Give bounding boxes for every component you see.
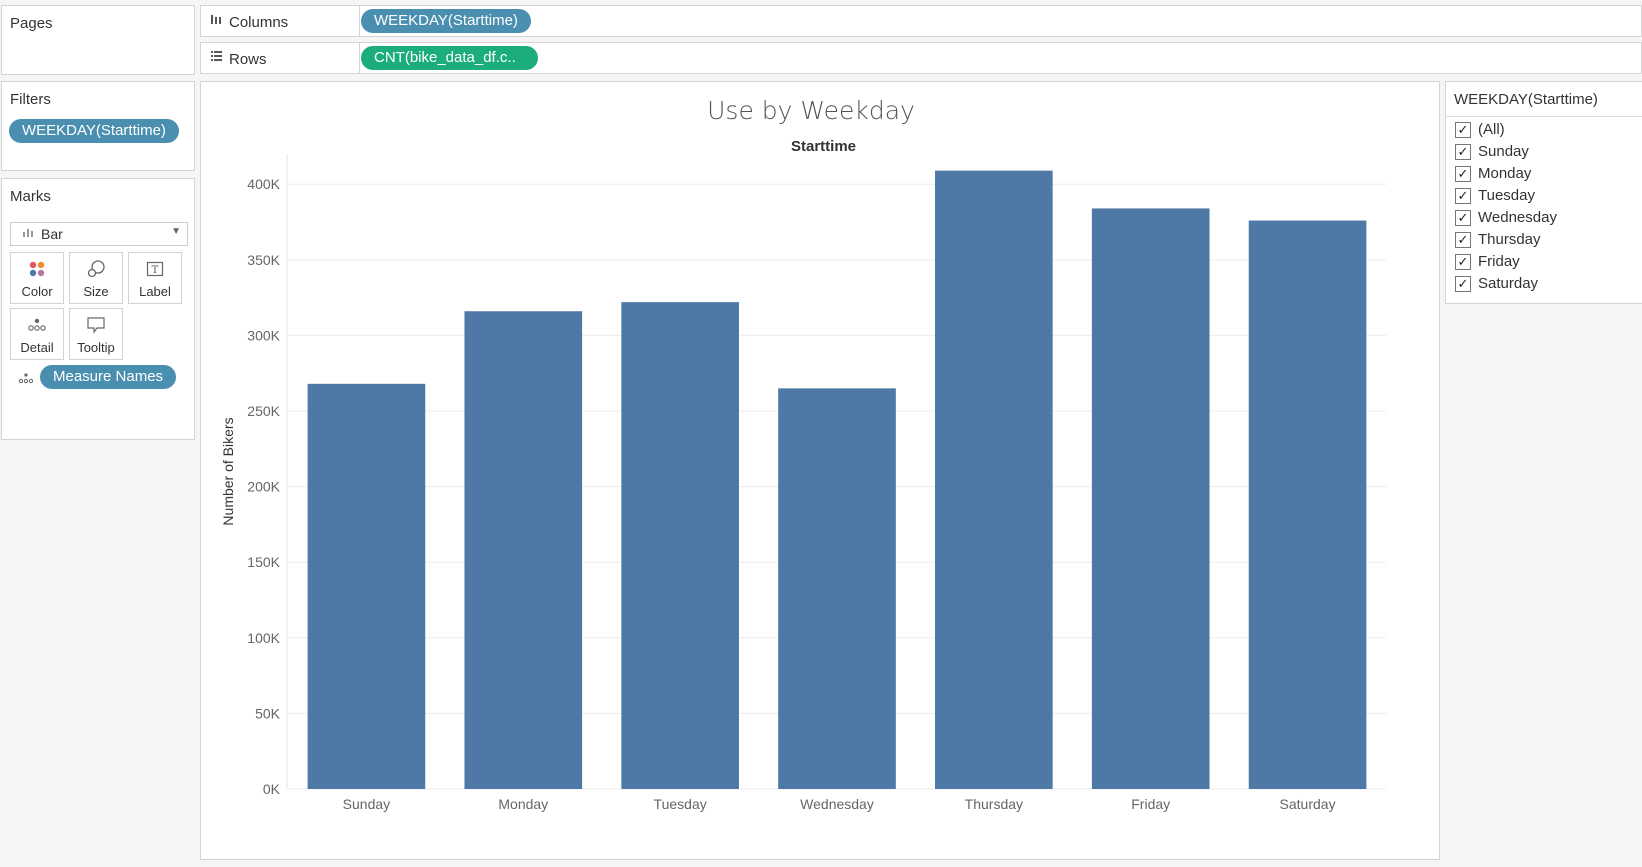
checkbox-icon[interactable]: ✓	[1455, 254, 1471, 270]
filter-pill-weekday[interactable]: WEEKDAY(Starttime)	[9, 119, 179, 143]
filter-option-label: Friday	[1478, 253, 1520, 270]
svg-text:T: T	[152, 265, 159, 276]
pages-title: Pages	[10, 15, 53, 32]
y-tick-label: 250K	[247, 403, 280, 419]
filter-option-label: Sunday	[1478, 143, 1529, 160]
detail-small-icon	[18, 371, 34, 389]
size-label: Size	[83, 284, 109, 299]
filter-option-label: Tuesday	[1478, 187, 1535, 204]
rows-label: Rows	[229, 51, 267, 68]
marks-card: Marks Bar ▼ Color Size T Label Detail To…	[1, 178, 195, 440]
filter-option-label: Thursday	[1478, 231, 1541, 248]
tooltip-button[interactable]: Tooltip	[69, 308, 123, 360]
columns-icon	[210, 12, 222, 28]
checkbox-icon[interactable]: ✓	[1455, 232, 1471, 248]
bar	[464, 311, 583, 789]
mark-type-dropdown[interactable]: Bar ▼	[10, 222, 188, 246]
pages-shelf[interactable]: Pages	[1, 5, 195, 75]
checkbox-icon[interactable]: ✓	[1455, 144, 1471, 160]
filters-title: Filters	[10, 91, 51, 108]
tooltip-icon	[70, 315, 122, 335]
checkbox-icon[interactable]: ✓	[1455, 166, 1471, 182]
checkbox-icon[interactable]: ✓	[1455, 210, 1471, 226]
y-axis-label: Number of Bikers	[220, 417, 236, 525]
chevron-down-icon: ▼	[171, 226, 181, 237]
bar	[621, 302, 739, 789]
x-tick-label: Sunday	[343, 796, 390, 812]
mark-type-label: Bar	[41, 226, 63, 242]
weekday-filter-card: WEEKDAY(Starttime) ✓ (All) ✓ Sunday ✓ Monday ✓…	[1445, 81, 1642, 304]
columns-pill-weekday[interactable]: WEEKDAY(Starttime)	[361, 9, 531, 33]
detail-button[interactable]: Detail	[10, 308, 64, 360]
filter-option-label: Wednesday	[1478, 209, 1557, 226]
x-tick-label: Saturday	[1280, 796, 1336, 812]
columns-shelf[interactable]: Columns WEEKDAY(Starttime)	[200, 5, 1642, 37]
checkbox-icon[interactable]: ✓	[1455, 276, 1471, 292]
y-tick-label: 200K	[247, 479, 280, 495]
color-button[interactable]: Color	[10, 252, 64, 304]
bar	[778, 388, 896, 789]
chart-view[interactable]: Use by Weekday Starttime 0K 50K 100K 150K 20…	[200, 81, 1440, 860]
label-button[interactable]: T Label	[128, 252, 182, 304]
y-tick-label: 0K	[263, 781, 281, 797]
y-tick-label: 50K	[255, 705, 281, 721]
shelf-divider	[359, 6, 360, 36]
size-icon	[70, 259, 122, 279]
filter-option-label: Monday	[1478, 165, 1532, 182]
filters-shelf[interactable]: Filters WEEKDAY(Starttime)	[1, 81, 195, 171]
filter-option-label: (All)	[1478, 121, 1505, 138]
filter-card-title: WEEKDAY(Starttime)	[1454, 91, 1598, 108]
filter-option-label: Saturday	[1478, 275, 1539, 292]
color-icon	[11, 259, 63, 279]
measure-names-pill[interactable]: Measure Names	[40, 365, 177, 389]
columns-label: Columns	[229, 14, 289, 31]
rows-icon	[210, 49, 222, 65]
label-label: Label	[139, 284, 171, 299]
divider	[1446, 116, 1642, 117]
detail-label: Detail	[20, 340, 54, 355]
bar-chart-icon	[22, 226, 34, 241]
marks-title: Marks	[10, 188, 51, 205]
checkbox-icon[interactable]: ✓	[1455, 188, 1471, 204]
detail-icon	[11, 315, 63, 335]
tableau-workspace: Pages Filters WEEKDAY(Starttime) Marks B…	[0, 0, 1642, 867]
tooltip-label: Tooltip	[77, 340, 115, 355]
x-tick-label: Tuesday	[654, 796, 707, 812]
bar	[307, 383, 426, 789]
bar	[1091, 208, 1210, 789]
rows-pill-count[interactable]: CNT(bike_data_df.c..	[361, 46, 538, 70]
size-button[interactable]: Size	[69, 252, 123, 304]
rows-shelf[interactable]: Rows CNT(bike_data_df.c..	[200, 42, 1642, 74]
x-tick-label: Monday	[498, 796, 548, 812]
x-tick-label: Thursday	[965, 796, 1023, 812]
x-tick-label: Friday	[1131, 796, 1170, 812]
bar-chart: 0K 50K 100K 150K 200K 250K 300K 350K 400K Number …	[220, 154, 1386, 812]
y-tick-label: 350K	[247, 252, 280, 268]
checkbox-icon[interactable]: ✓	[1455, 122, 1471, 138]
y-tick-label: 300K	[247, 327, 280, 343]
x-tick-label: Wednesday	[800, 796, 874, 812]
bar	[1248, 220, 1367, 789]
y-tick-label: 100K	[247, 630, 280, 646]
shelf-divider	[359, 43, 360, 73]
bar	[935, 170, 1053, 789]
label-icon: T	[129, 259, 181, 279]
color-label: Color	[21, 284, 53, 299]
y-tick-label: 150K	[247, 554, 280, 570]
y-tick-label: 400K	[247, 176, 280, 192]
